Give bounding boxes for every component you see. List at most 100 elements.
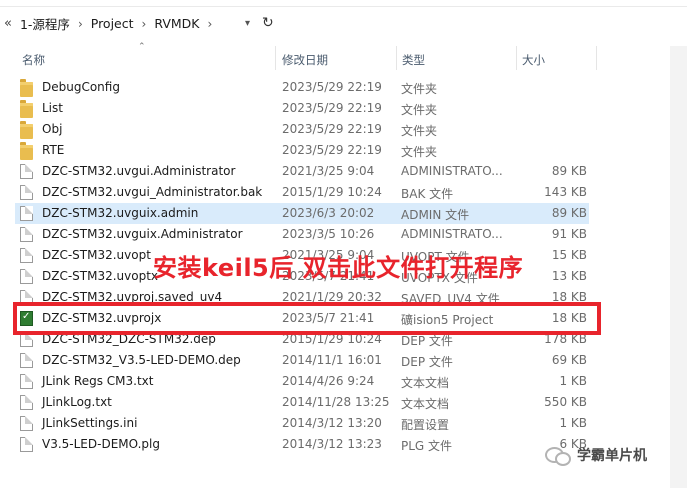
file-name: RTE xyxy=(42,143,65,157)
column-type[interactable]: 类型 xyxy=(402,52,425,68)
file-row[interactable]: DZC-STM32.uvgui_Administrator.bak 2015/1/… xyxy=(15,182,589,203)
file-name: DZC-STM32.uvguix.admin xyxy=(42,206,199,220)
file-name: List xyxy=(42,101,63,115)
file-icon xyxy=(20,206,33,221)
wechat-logo-icon xyxy=(545,445,571,466)
file-icon xyxy=(20,164,33,179)
column-divider[interactable] xyxy=(396,46,397,70)
file-row[interactable]: JLink Regs CM3.txt 2014/4/26 9:24 文本文档 1 KB xyxy=(15,371,589,392)
file-row[interactable]: V3.5-LED-DEMO.plg 2014/3/12 13:23 PLG 文件 6 … xyxy=(15,434,589,455)
file-date: 2023/5/29 22:19 xyxy=(282,80,382,94)
file-type: DEP 文件 xyxy=(401,355,453,369)
file-name: JLink Regs CM3.txt xyxy=(42,374,154,388)
file-size: 89 KB xyxy=(551,206,587,220)
breadcrumb-3[interactable]: RVMDK xyxy=(154,16,199,31)
file-type: PLG 文件 xyxy=(401,439,453,453)
file-date: 2014/3/12 13:23 xyxy=(282,437,382,451)
file-size: 69 KB xyxy=(551,353,587,367)
folder-icon xyxy=(20,100,33,118)
file-name: JLinkLog.txt xyxy=(42,395,112,409)
file-row[interactable]: DZC-STM32.uvguix.Administrator 2023/3/5 1… xyxy=(15,224,589,245)
ribbon-strip xyxy=(0,0,687,7)
file-type: 文件夹 xyxy=(401,145,438,159)
highlight-box xyxy=(13,302,601,335)
file-name: DZC-STM32.uvopt xyxy=(42,248,151,262)
file-size: 143 KB xyxy=(544,185,587,199)
file-date: 2021/3/25 9:04 xyxy=(282,164,375,178)
breadcrumb-separator[interactable]: › xyxy=(208,17,213,31)
file-date: 2023/6/3 20:02 xyxy=(282,206,375,220)
back-chevron-icon[interactable]: « xyxy=(4,16,12,31)
watermark: 学霸单片机 xyxy=(545,445,647,466)
file-name: DebugConfig xyxy=(42,80,120,94)
annotation-text: 安装keil5后 双击此文件打开程序 xyxy=(153,254,524,282)
file-name: DZC-STM32.uvgui_Administrator.bak xyxy=(42,185,263,199)
file-row[interactable]: DZC-STM32.uvgui.Administrator 2021/3/25 9… xyxy=(15,161,589,182)
file-name: V3.5-LED-DEMO.plg xyxy=(42,437,160,451)
file-type: 配置设置 xyxy=(401,418,450,432)
column-size[interactable]: 大小 xyxy=(522,52,545,68)
file-date: 2023/5/29 22:19 xyxy=(282,143,382,157)
file-date: 2014/11/1 16:01 xyxy=(282,353,382,367)
file-row[interactable]: Obj 2023/5/29 22:19 文件夹 xyxy=(15,119,589,140)
file-row[interactable]: JLinkSettings.ini 2014/3/12 13:20 配置设置 1 KB xyxy=(15,413,589,434)
file-row[interactable]: RTE 2023/5/29 22:19 文件夹 xyxy=(15,140,589,161)
file-date: 2023/3/5 10:26 xyxy=(282,227,375,241)
folder-icon xyxy=(20,121,33,139)
file-name: DZC-STM32.uvguix.Administrator xyxy=(42,227,243,241)
file-icon xyxy=(20,227,33,242)
breadcrumb-1[interactable]: 1-源程序 xyxy=(20,14,70,33)
file-size: 13 KB xyxy=(551,269,587,283)
file-date: 2023/5/29 22:19 xyxy=(282,101,382,115)
refresh-icon[interactable]: ↻ xyxy=(262,15,274,31)
folder-icon xyxy=(20,79,33,97)
file-date: 2014/3/12 13:20 xyxy=(282,416,382,430)
file-size: 91 KB xyxy=(551,227,587,241)
file-name: DZC-STM32.uvgui.Administrator xyxy=(42,164,236,178)
file-date: 2014/4/26 9:24 xyxy=(282,374,375,388)
column-divider[interactable] xyxy=(516,46,517,70)
column-name[interactable]: 名称 xyxy=(22,52,45,68)
history-dropdown-icon[interactable]: ▾ xyxy=(245,18,250,29)
file-icon xyxy=(20,248,33,263)
file-name: DZC-STM32_V3.5-LED-DEMO.dep xyxy=(42,353,241,367)
folder-icon xyxy=(20,142,33,160)
column-divider[interactable] xyxy=(596,46,597,70)
file-size: 15 KB xyxy=(551,248,587,262)
breadcrumb-2[interactable]: Project xyxy=(91,16,134,31)
breadcrumb-separator[interactable]: › xyxy=(78,17,83,31)
file-type: ADMIN 文件 xyxy=(401,208,470,222)
file-type: 文件夹 xyxy=(401,124,438,138)
address-bar[interactable]: « 1-源程序 › Project › RVMDK › ▾ ↻ xyxy=(0,8,687,42)
breadcrumb-separator[interactable]: › xyxy=(142,17,147,31)
file-type: 文本文档 xyxy=(401,397,450,411)
vertical-scrollbar[interactable] xyxy=(670,46,687,488)
sort-up-icon: ⌃ xyxy=(138,42,146,52)
file-row[interactable]: DZC-STM32_V3.5-LED-DEMO.dep 2014/11/1 16:… xyxy=(15,350,589,371)
file-row[interactable]: DebugConfig 2023/5/29 22:19 文件夹 xyxy=(15,77,589,98)
file-icon xyxy=(20,437,33,452)
file-row[interactable]: JLinkLog.txt 2014/11/28 13:25 文本文档 550 KB xyxy=(15,392,589,413)
file-date: 2023/5/29 22:19 xyxy=(282,122,382,136)
file-icon xyxy=(20,395,33,410)
file-name: JLinkSettings.ini xyxy=(42,416,138,430)
file-date: 2014/11/28 13:25 xyxy=(282,395,390,409)
file-row[interactable]: DZC-STM32.uvguix.admin 2023/6/3 20:02 ADMI… xyxy=(15,203,589,224)
file-icon xyxy=(20,353,33,368)
file-type: 文件夹 xyxy=(401,103,438,117)
file-size: 1 KB xyxy=(559,416,587,430)
column-date[interactable]: 修改日期 xyxy=(282,52,328,68)
file-name: DZC-STM32.uvoptx xyxy=(42,269,159,283)
file-name: Obj xyxy=(42,122,63,136)
file-size: 1 KB xyxy=(559,374,587,388)
file-type: ADMINISTRATO... xyxy=(401,164,503,178)
file-row[interactable]: List 2023/5/29 22:19 文件夹 xyxy=(15,98,589,119)
file-icon xyxy=(20,416,33,431)
column-header: ⌃ 名称 修改日期 类型 大小 xyxy=(0,42,687,70)
file-type: BAK 文件 xyxy=(401,187,454,201)
file-icon xyxy=(20,269,33,284)
file-date: 2015/1/29 10:24 xyxy=(282,185,382,199)
column-divider[interactable] xyxy=(275,46,276,70)
file-type: ADMINISTRATO... xyxy=(401,227,503,241)
watermark-text: 学霸单片机 xyxy=(577,448,647,464)
